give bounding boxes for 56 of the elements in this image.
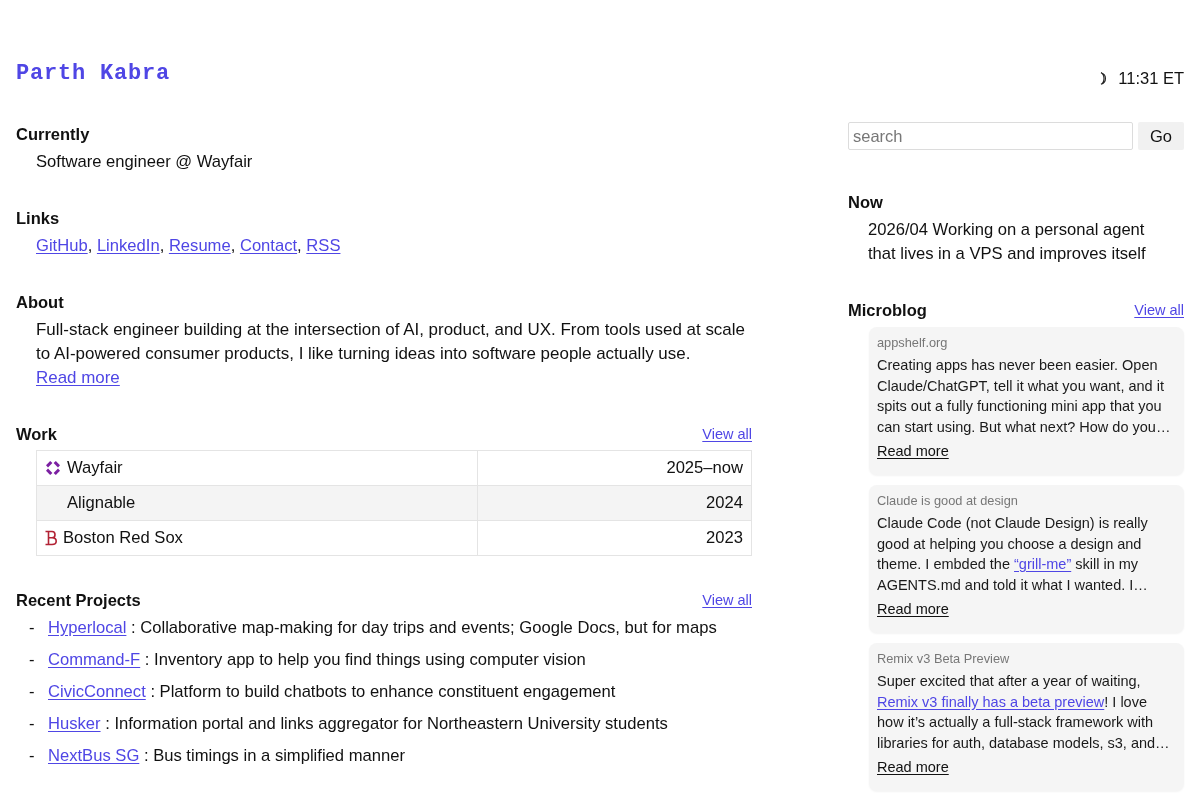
profile-link[interactable]: RSS bbox=[306, 236, 341, 255]
read-more-link[interactable]: Read more bbox=[877, 757, 949, 777]
section-heading: Recent Projects bbox=[16, 590, 141, 611]
profile-link[interactable]: Resume bbox=[168, 236, 231, 255]
clock-time: 11:31 ET bbox=[1118, 68, 1184, 88]
project-description: Hyperlocal : Collaborative map-making for day trips and events; Google Docs, but for maps bbox=[48, 617, 717, 639]
search-field[interactable]: search bbox=[848, 122, 1133, 150]
view-all-link[interactable]: View all bbox=[1134, 300, 1184, 320]
project-link[interactable]: NextBus SG bbox=[48, 746, 140, 765]
work-years: 2025–now bbox=[666, 458, 743, 477]
work-years: 2024 bbox=[706, 493, 743, 512]
post-link[interactable]: “grill-me” bbox=[1014, 556, 1072, 572]
list-dash: - bbox=[29, 713, 36, 735]
company-name: Boston Red Sox bbox=[63, 528, 183, 548]
about-text: Full-stack engineer building at the intersection of AI, product, and UX. From tools used at scale to AI-powered consumer products, I like turning ideas into software people actually use. Read more bbox=[35, 319, 746, 389]
project-description: NextBus SG : Bus timings in a simplified manner bbox=[48, 745, 405, 767]
section-heading: Links bbox=[16, 208, 61, 229]
company-name: Wayfair bbox=[67, 458, 123, 478]
list-dash: - bbox=[29, 681, 36, 703]
post-excerpt: Claude Code (not Claude Design) is really good at helping you choose a design and theme. I embded the “grill-me” skill in my AGENTS.md and told it what I wanted. I… bbox=[877, 514, 1149, 595]
post-excerpt: Super excited that after a year of waiting, Remix v3 finally has a beta preview! I love how it’s actually a full-stack framework with libraries for auth, database models, s3, and… bbox=[877, 672, 1171, 753]
section-heading: Microblog bbox=[848, 300, 927, 321]
read-more-link[interactable]: Read more bbox=[877, 441, 949, 461]
now-status: 2026/04 Working on a personal agent that lives in a VPS and improves itself bbox=[867, 219, 1147, 265]
profile-link[interactable]: GitHub bbox=[36, 236, 88, 255]
b-monogram-icon bbox=[45, 530, 57, 546]
post-excerpt: Creating apps has never been easier. Open Claude/ChatGPT, tell it what you want, and it spits out a fully functioning mini app that you can start using. But what next? How do you… bbox=[877, 356, 1172, 437]
profile-link[interactable]: LinkedIn bbox=[96, 236, 160, 255]
read-more-link[interactable]: Read more bbox=[877, 599, 949, 619]
links-line: GitHub, LinkedIn, Resume, Contact, RSS bbox=[35, 235, 342, 257]
site-title: Parth Kabra bbox=[16, 60, 171, 88]
project-link[interactable]: CivicConnect bbox=[48, 682, 146, 701]
post-source: Claude is good at design bbox=[877, 493, 1018, 509]
pinwheel-logo-icon bbox=[45, 460, 61, 476]
project-link[interactable]: Hyperlocal bbox=[48, 618, 127, 637]
project-description: Husker : Information portal and links aggregator for Northeastern University students bbox=[48, 713, 668, 735]
project-link[interactable]: Command-F bbox=[48, 650, 141, 669]
list-dash: - bbox=[29, 649, 36, 671]
go-button[interactable]: Go bbox=[1138, 122, 1184, 150]
project-description: Command-F : Inventory app to help you find things using computer vision bbox=[48, 649, 586, 671]
section-heading: Now bbox=[848, 192, 884, 213]
current-role: Software engineer @ Wayfair bbox=[35, 151, 254, 173]
section-heading: Currently bbox=[16, 124, 91, 145]
view-all-link[interactable]: View all bbox=[702, 424, 752, 444]
work-years: 2023 bbox=[706, 528, 743, 547]
post-source: appshelf.org bbox=[877, 335, 948, 351]
project-description: CivicConnect : Platform to build chatbots to enhance constituent engagement bbox=[48, 681, 616, 703]
view-all-link[interactable]: View all bbox=[702, 590, 752, 610]
list-dash: - bbox=[29, 617, 36, 639]
section-heading: About bbox=[16, 292, 65, 313]
section-heading: Work bbox=[16, 424, 57, 445]
project-link[interactable]: Husker bbox=[48, 714, 101, 733]
company-name: Alignable bbox=[67, 493, 136, 513]
list-dash: - bbox=[29, 745, 36, 767]
read-more-link[interactable]: Read more bbox=[36, 368, 120, 387]
post-source: Remix v3 Beta Preview bbox=[877, 651, 1010, 667]
